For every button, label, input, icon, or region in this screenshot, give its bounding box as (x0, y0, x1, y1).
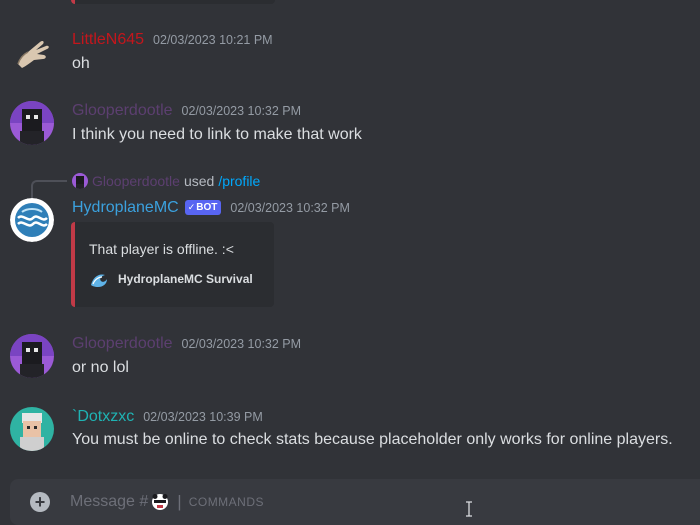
embed: That player is offline. :< HydroplaneMC … (71, 222, 274, 307)
timestamp: 02/03/2023 10:21 PM (153, 33, 273, 47)
message-content: You must be online to check stats becaus… (72, 431, 673, 448)
embed-description: That player is offline. :< (89, 241, 234, 257)
username[interactable]: LittleN645 (72, 31, 144, 49)
bot-tag: ✓BOT (184, 200, 222, 215)
hand-avatar-icon[interactable] (10, 30, 54, 74)
slash-command-link[interactable]: /profile (218, 173, 260, 189)
glooperdootle-avatar-icon[interactable] (10, 101, 54, 145)
embed-footer: HydroplaneMC Survival (89, 269, 253, 289)
separator: | (177, 492, 182, 511)
reply-username[interactable]: Glooperdootle (92, 173, 180, 189)
add-attachment-button[interactable]: + (30, 492, 50, 512)
bot-tag-label: BOT (196, 202, 218, 213)
timestamp: 02/03/2023 10:32 PM (181, 337, 302, 351)
message-input[interactable]: Message # | COMMANDS (70, 492, 264, 512)
message-composer[interactable]: + Message # | COMMANDS (10, 479, 700, 525)
timestamp: 02/03/2023 10:32 PM (181, 104, 302, 118)
reply-verb: used (183, 173, 215, 189)
chat-window: LittleN645 02/03/2023 10:21 PM oh Gloope… (0, 0, 700, 525)
dotxzxc-avatar-icon[interactable] (10, 407, 54, 451)
timestamp: 02/03/2023 10:39 PM (143, 410, 263, 424)
message-content: I think you need to link to make that wo… (72, 126, 362, 143)
reply-spine (31, 180, 67, 198)
embed-footer-text: HydroplaneMC Survival (118, 272, 253, 286)
message-placeholder: Message # (70, 493, 149, 510)
glooperdootle-avatar-icon (72, 173, 88, 189)
timestamp: 02/03/2023 10:32 PM (230, 201, 350, 215)
username[interactable]: Glooperdootle (72, 335, 173, 353)
wave-icon (89, 269, 109, 289)
checkmark-icon: ✓ (187, 202, 196, 212)
username[interactable]: `Dotxzxc (72, 408, 134, 426)
bear-face-emoji-icon (151, 493, 169, 511)
previous-embed (71, 0, 275, 4)
commands-label: COMMANDS (188, 495, 265, 509)
message-content: oh (72, 55, 90, 72)
username[interactable]: HydroplaneMC (72, 199, 179, 217)
username[interactable]: Glooperdootle (72, 102, 173, 120)
text-cursor-icon (465, 501, 473, 517)
water-emblem-avatar-icon[interactable] (10, 198, 54, 242)
glooperdootle-avatar-icon[interactable] (10, 334, 54, 378)
reply-reference[interactable]: Glooperdootle used /profile (72, 173, 260, 189)
message-content: or no lol (72, 359, 129, 376)
